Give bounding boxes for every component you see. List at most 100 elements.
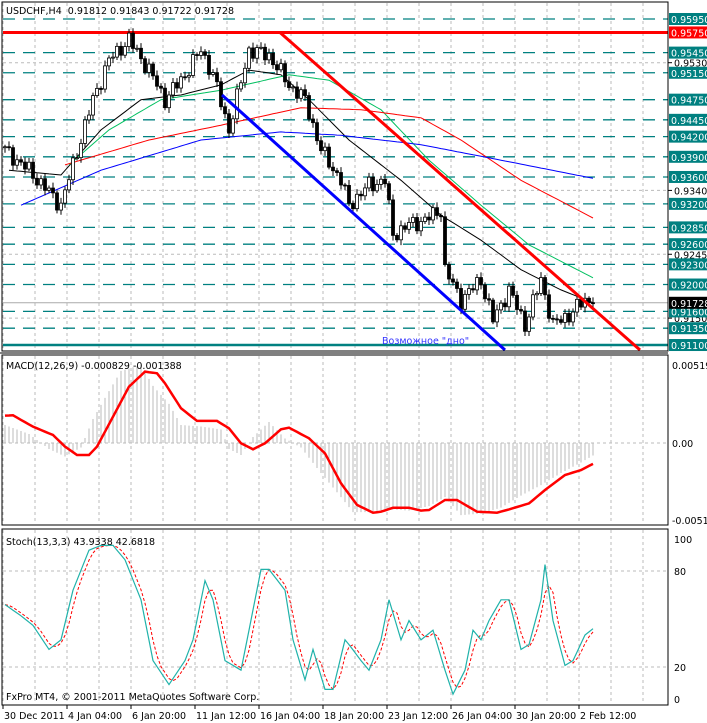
stoch-axis-label: 0 xyxy=(674,695,680,706)
level-label: 0.94750 xyxy=(671,96,707,107)
candle-body xyxy=(171,82,175,96)
candle-body xyxy=(547,294,551,319)
candle-body xyxy=(207,54,211,75)
level-label: 0.91100 xyxy=(671,341,707,352)
candle-body xyxy=(383,178,387,185)
copyright-text: FxPro MT4, © 2001-2011 MetaQuotes Softwa… xyxy=(6,692,259,703)
candle-body xyxy=(35,177,39,186)
candle-body xyxy=(175,82,179,89)
candle-body xyxy=(351,202,355,210)
time-axis-label: 11 Jan 12:00 xyxy=(196,711,256,722)
chart-window[interactable]: 0.953000.934000.924500.915000.959500.957… xyxy=(0,0,707,723)
candle-body xyxy=(531,294,535,318)
candle-body xyxy=(303,89,307,96)
level-label: 0.94200 xyxy=(671,133,707,144)
level-label: 0.95750 xyxy=(671,28,707,39)
candle-body xyxy=(143,58,147,73)
candle-body xyxy=(95,88,99,96)
candle-body xyxy=(339,172,343,186)
candle-body xyxy=(507,285,511,308)
candle-body xyxy=(503,302,507,308)
candle-body xyxy=(119,45,123,56)
level-label: 0.93600 xyxy=(671,173,707,184)
candle-body xyxy=(227,113,231,134)
candle-body xyxy=(259,46,263,49)
candle-body xyxy=(31,161,35,179)
candle-body xyxy=(63,189,67,204)
candle-body xyxy=(131,32,135,49)
candle-body xyxy=(567,313,571,323)
candle-body xyxy=(591,302,595,305)
moving-average-black xyxy=(8,69,594,304)
candle-body xyxy=(191,54,195,76)
macd-label: MACD(12,26,9) -0.000829 -0.001388 xyxy=(6,361,182,372)
candle-body xyxy=(483,284,487,300)
candle-body xyxy=(199,51,203,56)
candle-body xyxy=(411,217,415,223)
candle-body xyxy=(375,184,379,192)
candle-body xyxy=(359,193,363,197)
candle-body xyxy=(51,187,55,194)
level-label: 0.95950 xyxy=(671,15,707,26)
bid-price-label: 0.91728 xyxy=(671,299,707,310)
candle-body xyxy=(427,216,431,221)
candle-body xyxy=(55,192,59,211)
level-label: 0.92600 xyxy=(671,240,707,251)
candle-body xyxy=(587,297,591,304)
stoch-label: Stoch(13,3,3) 43.9338 42.6818 xyxy=(6,537,155,548)
candle-body xyxy=(115,45,119,58)
candle-body xyxy=(163,87,167,109)
candle-body xyxy=(471,288,475,291)
macd-axis-label: 0.00 xyxy=(672,439,693,450)
candle-body xyxy=(371,176,375,192)
candle-body xyxy=(235,88,239,120)
time-axis-label: 30 Jan 20:00 xyxy=(516,711,576,722)
candle-body xyxy=(495,309,499,323)
candle-body xyxy=(335,170,339,173)
candle-body xyxy=(327,146,331,168)
level-label: 0.91350 xyxy=(671,324,707,335)
candle-body xyxy=(307,95,311,120)
candle-body xyxy=(455,281,459,289)
candle-body xyxy=(67,179,71,191)
candle-body xyxy=(431,207,435,221)
candle-body xyxy=(491,299,495,323)
candle-body xyxy=(211,72,215,75)
candle-body xyxy=(487,298,491,301)
candle-body xyxy=(291,86,295,89)
stoch-axis-label: 100 xyxy=(674,535,692,546)
candle-body xyxy=(279,63,283,71)
macd-axis-label: -0.00512 xyxy=(672,516,707,527)
time-axis-label: 26 Jan 04:00 xyxy=(452,711,512,722)
candle-body xyxy=(311,118,315,124)
candle-body xyxy=(407,222,411,230)
candle-body xyxy=(187,75,191,78)
candle-body xyxy=(167,94,171,109)
candle-body xyxy=(551,317,555,320)
level-label: 0.95450 xyxy=(671,49,707,60)
candle-body xyxy=(71,157,75,181)
horizontal-levels[interactable] xyxy=(3,18,668,347)
candle-body xyxy=(575,298,579,313)
candle-body xyxy=(451,278,455,283)
symbol-title: USDCHF,H4 0.91812 0.91843 0.91722 0.9172… xyxy=(6,6,234,17)
candle-body xyxy=(27,161,31,170)
level-label: 0.94450 xyxy=(671,116,707,127)
candle-body xyxy=(39,178,43,186)
time-axis-label: 30 Dec 2011 xyxy=(4,711,65,722)
panel-frames xyxy=(0,1,669,706)
candle-body xyxy=(127,32,131,47)
candle-body xyxy=(15,159,19,166)
candle-body xyxy=(347,185,351,204)
candle-body xyxy=(243,67,247,84)
candle-body xyxy=(219,81,223,108)
moving-average-blue xyxy=(20,131,594,206)
candle-body xyxy=(223,106,227,115)
candle-body xyxy=(499,302,503,311)
candle-body xyxy=(255,47,259,59)
candle-body xyxy=(79,143,83,159)
candles xyxy=(3,28,595,337)
level-label: 0.93900 xyxy=(671,153,707,164)
stoch-axis-label: 80 xyxy=(674,567,686,578)
candle-body xyxy=(299,89,303,99)
